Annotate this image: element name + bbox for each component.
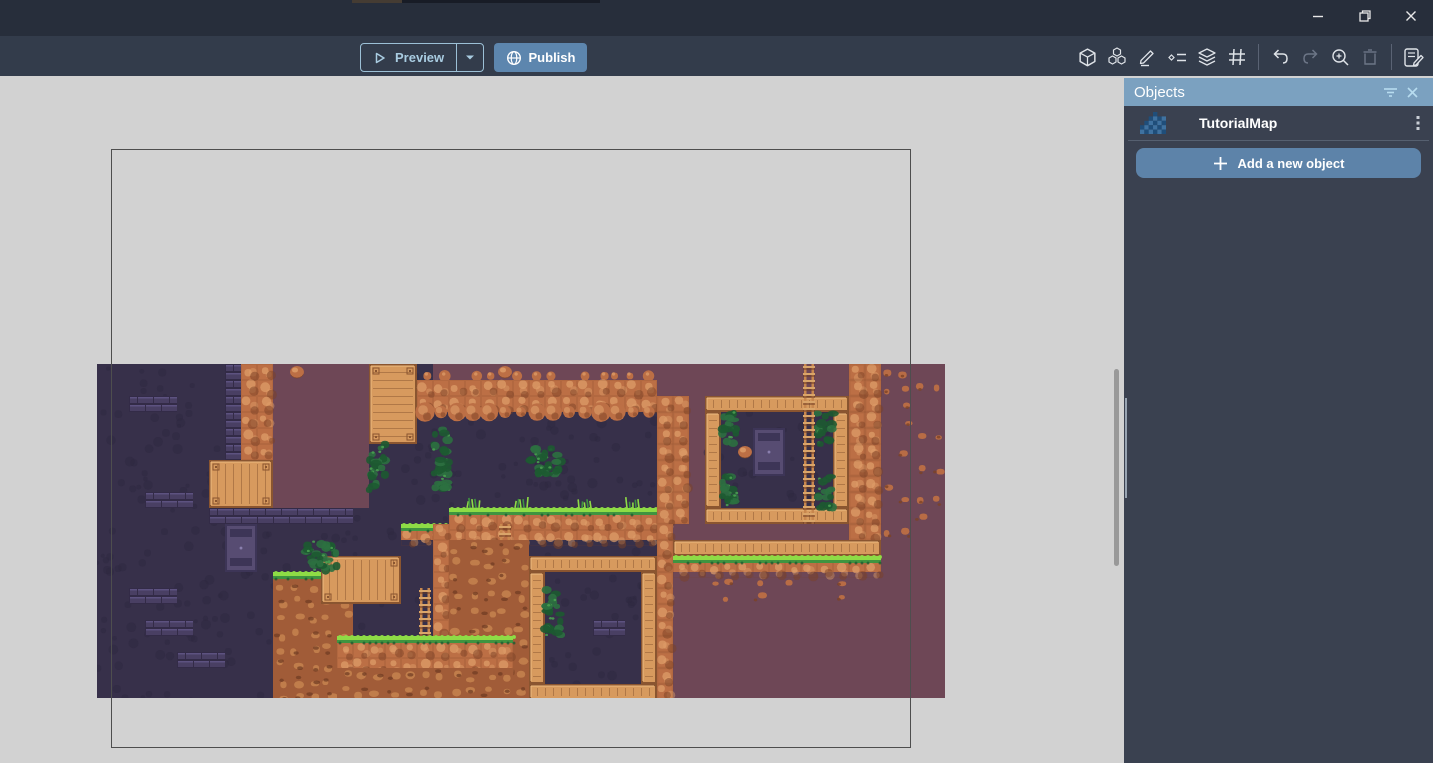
close-window-button[interactable]	[1396, 3, 1426, 29]
object-groups-button[interactable]	[1105, 44, 1129, 70]
zoom-button[interactable]	[1328, 44, 1352, 70]
tilemap-instance[interactable]	[97, 364, 945, 698]
add-object-label: Add a new object	[1238, 156, 1345, 171]
grid-icon	[1227, 47, 1247, 67]
undo-button[interactable]	[1268, 44, 1292, 70]
undo-icon	[1270, 47, 1291, 68]
toolbar-icon-group	[1075, 42, 1425, 72]
minimize-icon	[1311, 9, 1325, 23]
edit-scene-icon	[1402, 46, 1425, 69]
object-list-item[interactable]: TutorialMap	[1124, 106, 1433, 140]
delete-button[interactable]	[1358, 44, 1382, 70]
objects-panel-title: Objects	[1134, 84, 1379, 101]
play-icon	[373, 51, 387, 65]
instances-list-icon	[1167, 47, 1188, 68]
add-object-button[interactable]: Add a new object	[1136, 148, 1421, 178]
objects-panel: Objects TutorialMap	[1124, 78, 1433, 763]
canvas-vertical-scrollbar[interactable]	[1114, 369, 1119, 566]
restore-button[interactable]	[1350, 3, 1380, 29]
publish-button[interactable]: Publish	[494, 43, 587, 72]
object-name: TutorialMap	[1199, 115, 1403, 131]
box-icon	[1077, 47, 1098, 68]
trash-icon	[1360, 47, 1380, 67]
instances-list-button[interactable]	[1165, 44, 1189, 70]
layers-icon	[1196, 46, 1218, 68]
filter-objects-button[interactable]	[1379, 81, 1401, 103]
list-divider	[1128, 140, 1429, 141]
object-groups-icon	[1106, 46, 1128, 68]
objects-panel-button[interactable]	[1075, 44, 1099, 70]
close-panel-button[interactable]	[1401, 81, 1423, 103]
toolbar: Preview Publish	[0, 36, 1433, 76]
toolbar-separator	[1391, 44, 1392, 70]
pen-icon	[1137, 47, 1157, 67]
chevron-down-icon	[465, 54, 475, 61]
publish-label: Publish	[529, 50, 576, 65]
redo-button[interactable]	[1298, 44, 1322, 70]
titlebar	[0, 0, 1433, 36]
tilemap-thumbnail-icon	[1140, 112, 1166, 134]
close-window-icon	[1404, 9, 1418, 23]
preview-button[interactable]: Preview	[360, 43, 484, 72]
restore-icon	[1358, 9, 1372, 23]
objects-panel-header[interactable]: Objects	[1124, 78, 1433, 106]
toolbar-separator	[1258, 44, 1259, 70]
grid-button[interactable]	[1225, 44, 1249, 70]
titlebar-top-strip-accent	[352, 0, 402, 3]
preview-label: Preview	[395, 50, 444, 65]
preview-button-main[interactable]: Preview	[361, 44, 456, 71]
minimize-button[interactable]	[1303, 3, 1333, 29]
globe-icon	[506, 50, 522, 66]
panel-scrollbar[interactable]	[1125, 398, 1127, 498]
redo-icon	[1300, 47, 1321, 68]
preview-dropdown-button[interactable]	[456, 44, 483, 71]
kebab-menu-icon	[1416, 115, 1420, 131]
plus-icon	[1213, 156, 1228, 171]
edit-scene-button[interactable]	[1401, 44, 1425, 70]
draw-button[interactable]	[1135, 44, 1159, 70]
zoom-in-icon	[1330, 47, 1351, 68]
layers-button[interactable]	[1195, 44, 1219, 70]
object-menu-button[interactable]	[1403, 108, 1433, 138]
close-icon	[1406, 86, 1419, 99]
filter-icon	[1383, 86, 1398, 99]
